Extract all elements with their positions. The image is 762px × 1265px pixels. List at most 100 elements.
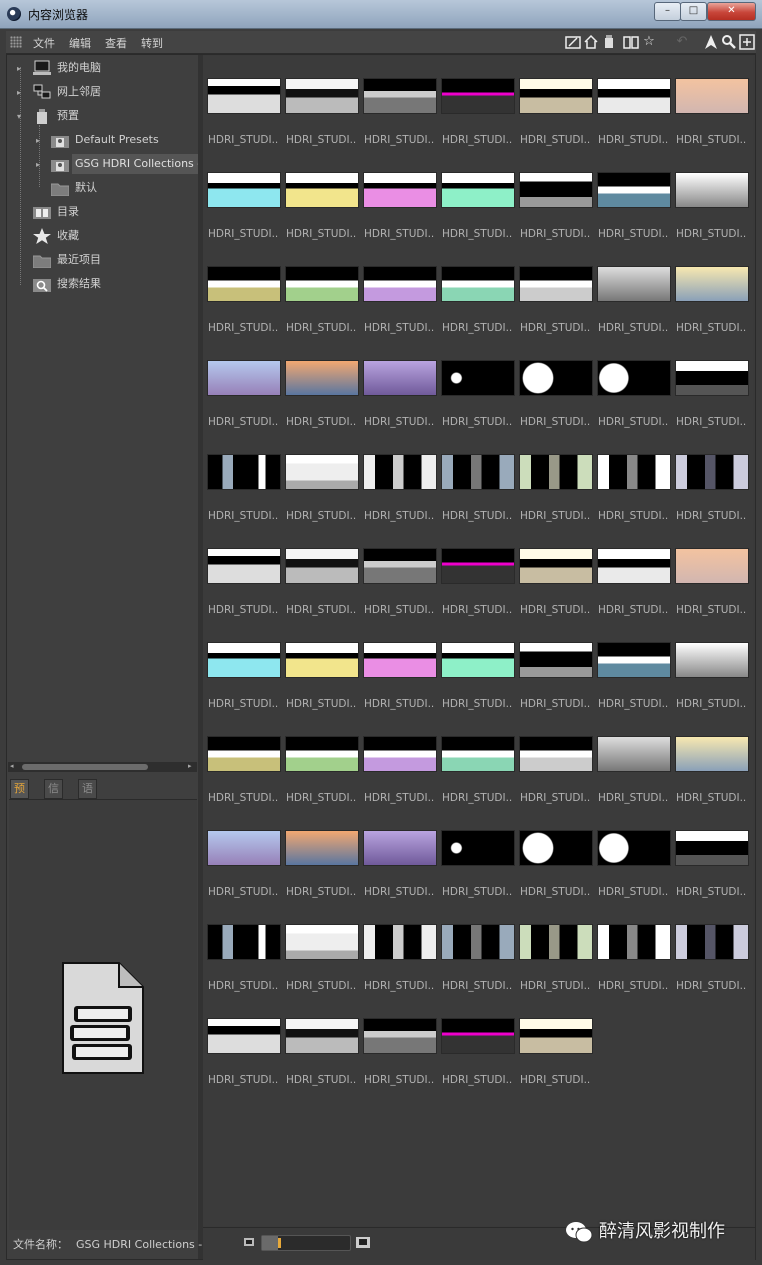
hdri-thumbnail-item[interactable]: HDRI_STUDI.. xyxy=(207,338,281,428)
expand-arrow-icon[interactable]: ▸ xyxy=(36,136,40,145)
thumbnail-size-slider[interactable] xyxy=(261,1235,351,1251)
hdri-thumbnail-item[interactable]: HDRI_STUDI.. xyxy=(363,244,437,334)
hdri-thumbnail-item[interactable]: HDRI_STUDI.. xyxy=(597,338,671,428)
thumb-small-icon[interactable] xyxy=(243,1237,255,1250)
hdri-thumbnail-item[interactable]: HDRI_STUDI.. xyxy=(363,150,437,240)
hdri-thumbnail-item[interactable]: HDRI_STUDI.. xyxy=(441,244,515,334)
hdri-thumbnail-item[interactable]: HDRI_STUDI.. xyxy=(675,244,749,334)
hdri-thumbnail-item[interactable]: HDRI_STUDI.. xyxy=(363,714,437,804)
hdri-thumbnail-item[interactable]: HDRI_STUDI.. xyxy=(519,620,593,710)
hdri-thumbnail-item[interactable]: HDRI_STUDI.. xyxy=(675,432,749,522)
hdri-thumbnail-item[interactable]: HDRI_STUDI.. xyxy=(597,56,671,146)
hdri-thumbnail-item[interactable]: HDRI_STUDI.. xyxy=(285,338,359,428)
expand-arrow-icon[interactable]: ▸ xyxy=(36,160,40,169)
hdri-thumbnail-item[interactable]: HDRI_STUDI.. xyxy=(441,808,515,898)
expand-arrow-icon[interactable]: ▸ xyxy=(17,64,21,73)
scrollbar-thumb[interactable] xyxy=(22,764,148,770)
back-icon[interactable]: ↶ xyxy=(674,34,690,50)
hdri-thumbnail-item[interactable]: HDRI_STUDI.. xyxy=(675,56,749,146)
minimize-button[interactable]: – xyxy=(654,2,681,21)
home-icon[interactable] xyxy=(583,34,599,50)
hdri-thumbnail-item[interactable]: HDRI_STUDI.. xyxy=(519,996,593,1086)
hdri-thumbnail-item[interactable]: HDRI_STUDI.. xyxy=(519,808,593,898)
bucket-icon[interactable] xyxy=(601,34,617,50)
hdri-thumbnail-item[interactable]: HDRI_STUDI.. xyxy=(441,902,515,992)
hdri-thumbnail-item[interactable]: HDRI_STUDI.. xyxy=(441,432,515,522)
hdri-thumbnail-item[interactable]: HDRI_STUDI.. xyxy=(285,244,359,334)
expand-arrow-icon[interactable]: ▸ xyxy=(17,88,21,97)
up-arrow-icon[interactable] xyxy=(703,34,719,50)
scroll-right-icon[interactable]: ▸ xyxy=(188,762,192,770)
hdri-thumbnail-item[interactable]: HDRI_STUDI.. xyxy=(597,620,671,710)
hdri-thumbnail-item[interactable]: HDRI_STUDI.. xyxy=(441,150,515,240)
hdri-thumbnail-item[interactable]: HDRI_STUDI.. xyxy=(597,150,671,240)
hdri-thumbnail-item[interactable]: HDRI_STUDI.. xyxy=(285,526,359,616)
hdri-thumbnail-item[interactable]: HDRI_STUDI.. xyxy=(519,244,593,334)
hdri-thumbnail-item[interactable]: HDRI_STUDI.. xyxy=(363,620,437,710)
collapse-arrow-icon[interactable]: ▾ xyxy=(17,112,21,121)
hdri-thumbnail-item[interactable]: HDRI_STUDI.. xyxy=(207,902,281,992)
hdri-thumbnail-item[interactable]: HDRI_STUDI.. xyxy=(675,526,749,616)
maximize-button[interactable]: □ xyxy=(680,2,707,21)
hdri-thumbnail-item[interactable]: HDRI_STUDI.. xyxy=(363,996,437,1086)
tree-horizontal-scrollbar[interactable]: ◂ ▸ xyxy=(8,762,197,772)
menu-goto[interactable]: 转到 xyxy=(141,35,163,51)
hdri-thumbnail-item[interactable]: HDRI_STUDI.. xyxy=(207,714,281,804)
hdri-thumbnail-item[interactable]: HDRI_STUDI.. xyxy=(597,244,671,334)
hdri-thumbnail-item[interactable]: HDRI_STUDI.. xyxy=(207,150,281,240)
hdri-thumbnail-item[interactable]: HDRI_STUDI.. xyxy=(675,714,749,804)
hdri-thumbnail-item[interactable]: HDRI_STUDI.. xyxy=(285,714,359,804)
hdri-thumbnail-item[interactable]: HDRI_STUDI.. xyxy=(363,338,437,428)
thumb-large-icon[interactable] xyxy=(355,1236,371,1252)
hdri-thumbnail-item[interactable]: HDRI_STUDI.. xyxy=(363,526,437,616)
hdri-thumbnail-item[interactable]: HDRI_STUDI.. xyxy=(441,338,515,428)
add-icon[interactable] xyxy=(739,34,755,50)
hdri-thumbnail-item[interactable]: HDRI_STUDI.. xyxy=(285,620,359,710)
hdri-thumbnail-item[interactable]: HDRI_STUDI.. xyxy=(675,150,749,240)
tab-preview[interactable]: 预览 xyxy=(10,779,29,813)
hdri-thumbnail-item[interactable]: HDRI_STUDI.. xyxy=(441,714,515,804)
menu-file[interactable]: 文件 xyxy=(33,35,55,51)
menu-edit[interactable]: 编辑 xyxy=(69,35,91,51)
hdri-thumbnail-item[interactable]: HDRI_STUDI.. xyxy=(675,338,749,428)
hdri-thumbnail-item[interactable]: HDRI_STUDI.. xyxy=(207,808,281,898)
hdri-thumbnail-item[interactable]: HDRI_STUDI.. xyxy=(597,902,671,992)
hdri-thumbnail-item[interactable]: HDRI_STUDI.. xyxy=(285,150,359,240)
hdri-thumbnail-item[interactable]: HDRI_STUDI.. xyxy=(363,808,437,898)
tab-language[interactable]: 语言 xyxy=(78,779,97,813)
hdri-thumbnail-item[interactable]: HDRI_STUDI.. xyxy=(597,808,671,898)
hdri-thumbnail-item[interactable]: HDRI_STUDI.. xyxy=(285,56,359,146)
hdri-thumbnail-item[interactable]: HDRI_STUDI.. xyxy=(675,620,749,710)
hdri-thumbnail-item[interactable]: HDRI_STUDI.. xyxy=(519,902,593,992)
grip-icon[interactable] xyxy=(10,36,22,48)
hdri-thumbnail-item[interactable]: HDRI_STUDI.. xyxy=(597,526,671,616)
hdri-thumbnail-item[interactable]: HDRI_STUDI.. xyxy=(675,808,749,898)
hdri-thumbnail-item[interactable]: HDRI_STUDI.. xyxy=(441,526,515,616)
window-titlebar[interactable]: 内容浏览器 – □ ✕ xyxy=(0,0,762,29)
hdri-thumbnail-item[interactable]: HDRI_STUDI.. xyxy=(675,902,749,992)
hdri-thumbnail-item[interactable]: HDRI_STUDI.. xyxy=(207,432,281,522)
close-button[interactable]: ✕ xyxy=(707,2,756,21)
hdri-thumbnail-item[interactable]: HDRI_STUDI.. xyxy=(207,620,281,710)
hdri-thumbnail-item[interactable]: HDRI_STUDI.. xyxy=(285,902,359,992)
hdri-thumbnail-item[interactable]: HDRI_STUDI.. xyxy=(597,714,671,804)
hdri-thumbnail-item[interactable]: HDRI_STUDI.. xyxy=(441,56,515,146)
search-icon[interactable] xyxy=(721,34,737,50)
hdri-thumbnail-item[interactable]: HDRI_STUDI.. xyxy=(285,432,359,522)
hdri-thumbnail-item[interactable]: HDRI_STUDI.. xyxy=(207,996,281,1086)
star-icon[interactable]: ☆ xyxy=(641,34,657,50)
hdri-thumbnail-item[interactable]: HDRI_STUDI.. xyxy=(519,714,593,804)
hdri-thumbnail-item[interactable]: HDRI_STUDI.. xyxy=(519,432,593,522)
hdri-thumbnail-item[interactable]: HDRI_STUDI.. xyxy=(441,996,515,1086)
hdri-thumbnail-item[interactable]: HDRI_STUDI.. xyxy=(519,338,593,428)
scroll-left-icon[interactable]: ◂ xyxy=(10,762,14,770)
hdri-thumbnail-item[interactable]: HDRI_STUDI.. xyxy=(207,244,281,334)
edit-icon[interactable] xyxy=(565,34,581,50)
hdri-thumbnail-item[interactable]: HDRI_STUDI.. xyxy=(519,526,593,616)
hdri-thumbnail-item[interactable]: HDRI_STUDI.. xyxy=(363,56,437,146)
tab-info[interactable]: 信息 xyxy=(44,779,63,813)
hdri-thumbnail-item[interactable]: HDRI_STUDI.. xyxy=(441,620,515,710)
hdri-thumbnail-item[interactable]: HDRI_STUDI.. xyxy=(519,150,593,240)
book-icon[interactable] xyxy=(623,34,639,50)
hdri-thumbnail-item[interactable]: HDRI_STUDI.. xyxy=(207,56,281,146)
